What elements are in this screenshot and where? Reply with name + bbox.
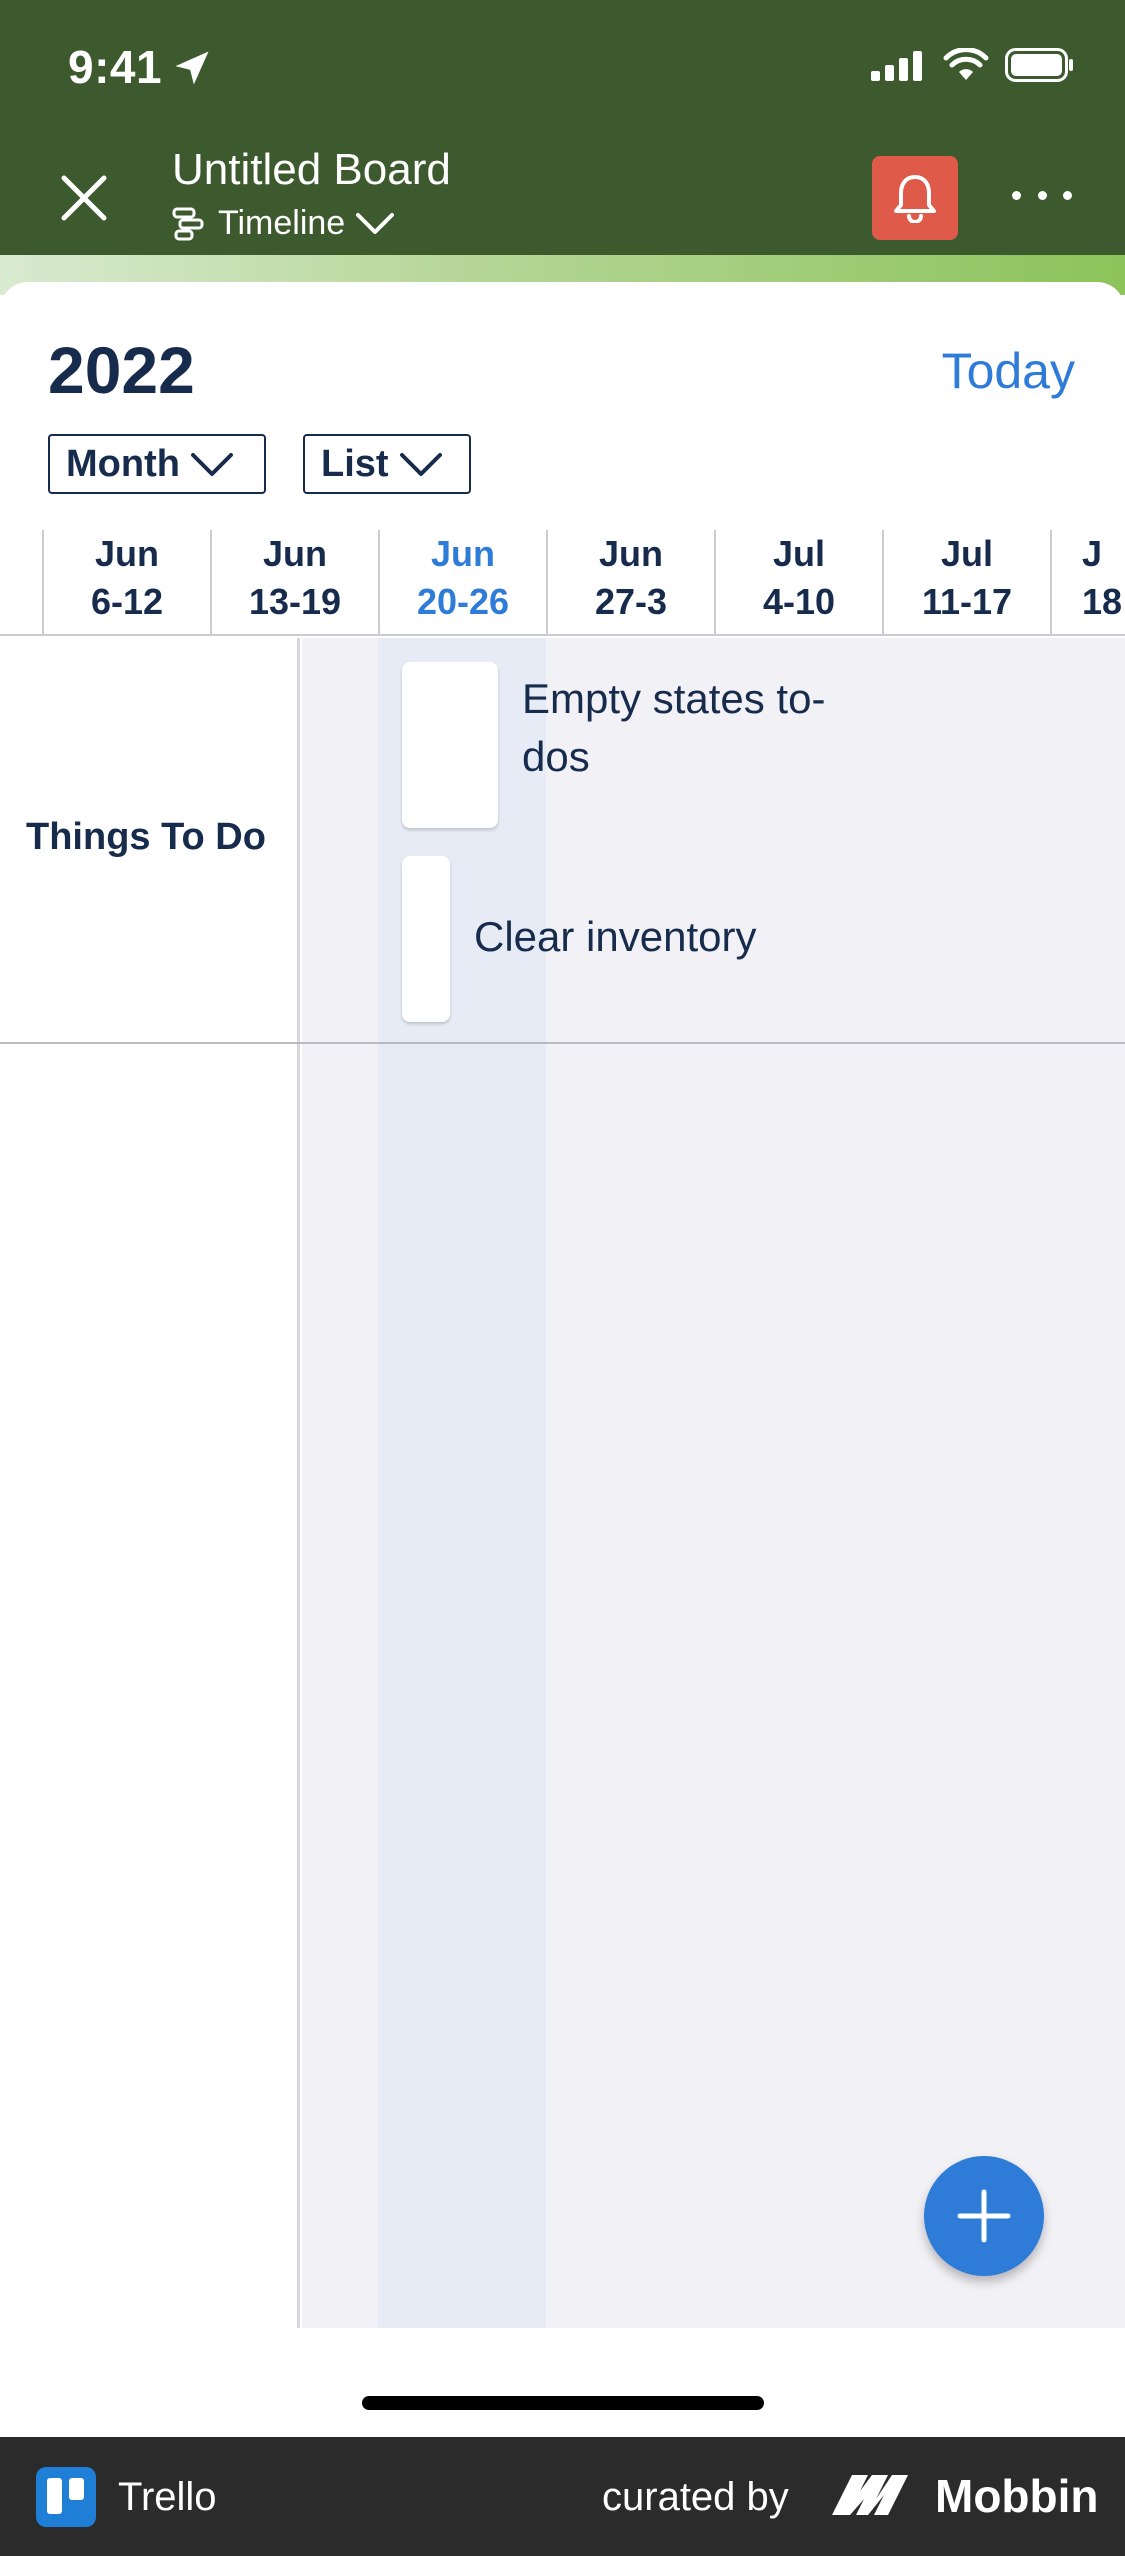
more-dot (1037, 190, 1047, 200)
more-dot (1063, 190, 1072, 200)
week-column-header[interactable]: Jun 6-12 (42, 530, 210, 636)
battery-icon (1005, 48, 1073, 82)
week-column-header[interactable]: Jul 11-17 (882, 530, 1050, 636)
week-column-header[interactable]: Jul 4-10 (714, 530, 882, 636)
system-icons (871, 48, 1075, 82)
board-header: 9:41 Untitled Board Timeline (0, 0, 1125, 295)
week-month: Jun (430, 533, 495, 574)
chevron-down-icon (356, 212, 395, 234)
wifi-icon (943, 48, 989, 80)
week-days: 13-19 (248, 581, 342, 622)
year-label: 2022 (48, 333, 195, 407)
curated-by-label: curated by (602, 2475, 789, 2519)
brand-name: Mobbin (935, 2470, 1099, 2522)
timeline-card-bar[interactable] (402, 662, 498, 828)
zoom-dropdown-label: Month (66, 442, 180, 485)
view-switcher[interactable]: Timeline (172, 204, 395, 243)
timeline-view-icon (172, 207, 204, 240)
week-column-header-current[interactable]: Jun 20-26 (378, 530, 546, 636)
attribution-footer: Trello curated by Mobbin (0, 2437, 1125, 2556)
timeline-card-title[interactable]: Empty states to-dos (522, 670, 842, 786)
zoom-dropdown[interactable]: Month (48, 434, 266, 494)
week-days: 6-12 (90, 581, 164, 622)
location-arrow-icon (175, 51, 209, 85)
notifications-button[interactable] (872, 156, 958, 240)
more-options-button[interactable] (1012, 180, 1072, 210)
row-divider (0, 1042, 1125, 1044)
chevron-down-icon (399, 453, 442, 476)
cellular-signal-icon (871, 51, 922, 81)
mobbin-logo-icon (832, 2475, 908, 2515)
week-month: Jun (94, 533, 159, 574)
timeline-card-bar[interactable] (402, 856, 450, 1022)
week-days: 18 (1082, 581, 1123, 622)
timeline-sheet: 2022 Today Month List Jun 6-12 Jun 13-19… (0, 282, 1125, 2437)
today-button[interactable]: Today (942, 342, 1075, 400)
week-days: 20-26 (416, 581, 510, 622)
chevron-down-icon (190, 453, 233, 476)
home-indicator (362, 2396, 764, 2410)
timeline-card-title[interactable]: Clear inventory (474, 908, 756, 966)
status-time: 9:41 (68, 41, 163, 93)
bell-icon (894, 175, 936, 223)
week-days: 27-3 (594, 581, 668, 622)
group-dropdown[interactable]: List (303, 434, 471, 494)
plus-icon (957, 2189, 1011, 2243)
trello-logo-icon (36, 2467, 96, 2527)
week-column-header[interactable]: Jun 13-19 (210, 530, 378, 636)
status-bar: 9:41 (0, 0, 1125, 135)
view-label: Timeline (218, 204, 346, 242)
bottom-safe-area (0, 2328, 1125, 2437)
week-month: Jul (940, 533, 993, 574)
app-name: Trello (118, 2475, 217, 2519)
add-card-button[interactable] (924, 2156, 1044, 2276)
week-column-header[interactable]: Jun 27-3 (546, 530, 714, 636)
week-month: Jul (772, 533, 825, 574)
list-row-label[interactable]: Things To Do (26, 816, 266, 859)
more-dot (1012, 190, 1021, 200)
week-days: 4-10 (762, 581, 836, 622)
board-title[interactable]: Untitled Board (172, 145, 451, 195)
week-column-header[interactable]: J 18 (1050, 530, 1125, 636)
group-dropdown-label: List (321, 442, 389, 485)
week-month: Jun (598, 533, 663, 574)
row-label-column: Things To Do (0, 638, 300, 2328)
week-month: Jun (262, 533, 327, 574)
week-month: J (1082, 533, 1103, 574)
close-icon[interactable] (54, 168, 114, 228)
week-days: 11-17 (921, 581, 1013, 622)
week-header: Jun 6-12 Jun 13-19 Jun 20-26 Jun 27-3 Ju… (0, 530, 1125, 636)
